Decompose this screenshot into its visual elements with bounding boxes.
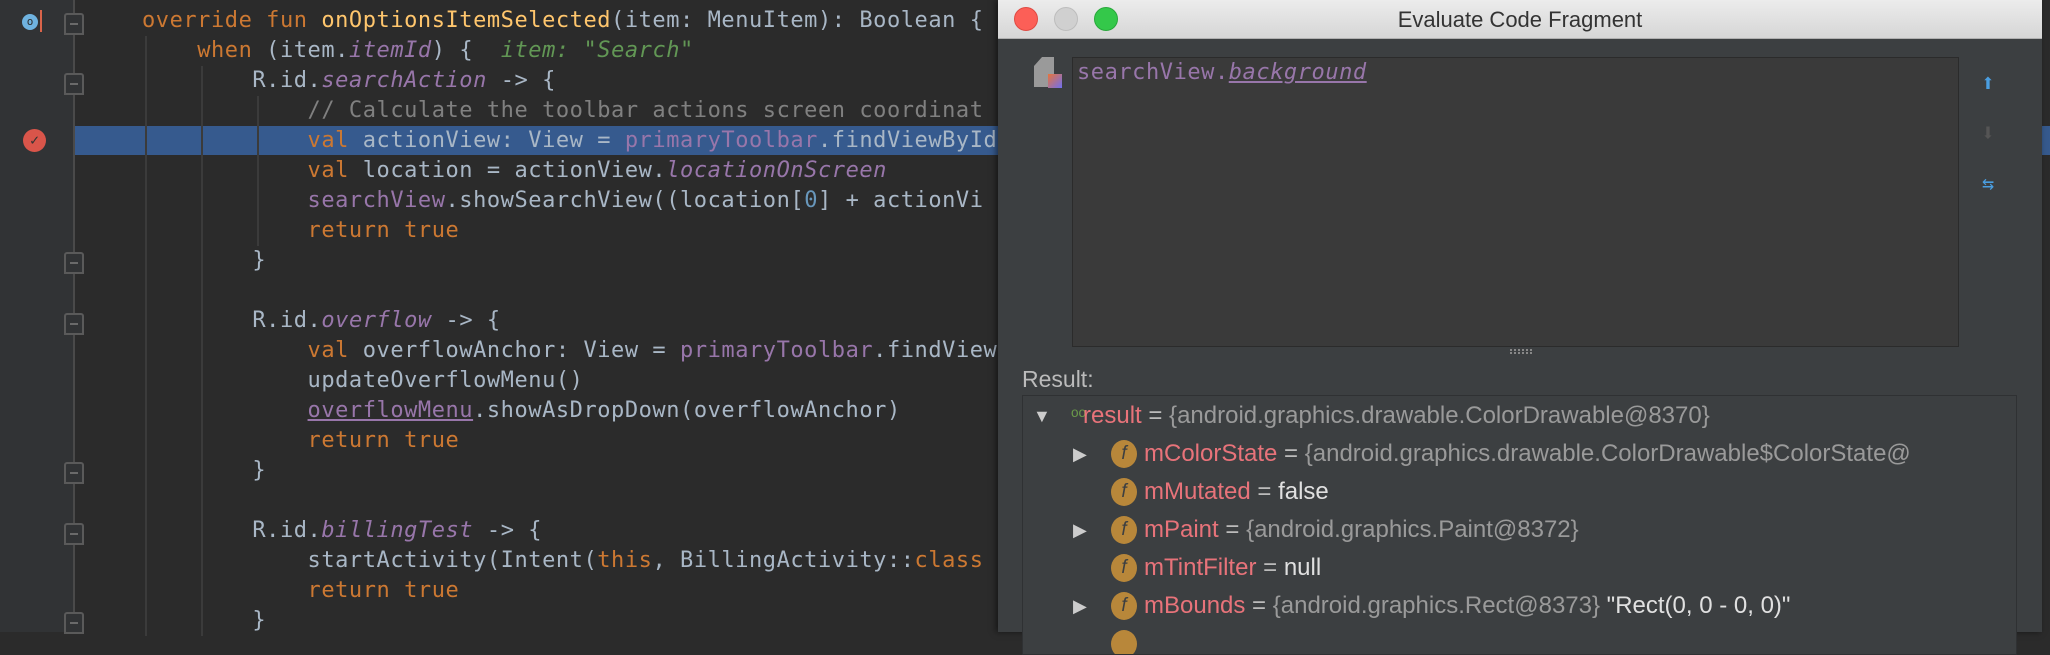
code-line: // Calculate the toolbar actions screen … xyxy=(307,98,984,123)
fold-marker-icon[interactable] xyxy=(64,612,84,634)
breakpoint-icon[interactable]: ✓ xyxy=(23,129,46,152)
expand-triangle-icon[interactable]: ▶ xyxy=(1073,587,1087,625)
fold-marker-icon[interactable] xyxy=(64,73,84,95)
code-line: when (item.itemId) { item: "Search" xyxy=(197,38,694,63)
field-icon xyxy=(1111,630,1137,654)
dialog-titlebar[interactable]: Evaluate Code Fragment xyxy=(998,0,2042,39)
kotlin-badge-icon xyxy=(1048,74,1062,88)
code-line: val overflowAnchor: View = primaryToolba… xyxy=(307,338,998,363)
expand-triangle-icon[interactable]: ▶ xyxy=(1073,511,1087,549)
expression-input[interactable]: searchView.background xyxy=(1072,57,1959,347)
fold-marker-icon[interactable] xyxy=(64,523,84,545)
history-up-icon[interactable]: ⬆ xyxy=(1976,70,2000,96)
field-icon: f xyxy=(1111,516,1137,544)
splitter-handle[interactable] xyxy=(1510,349,1532,354)
result-tree[interactable]: ▼ ᵒᵒ result = {android.graphics.drawable… xyxy=(1022,395,2017,655)
inline-debug-value: item: "Search" xyxy=(500,38,694,63)
fold-marker-icon[interactable] xyxy=(64,13,84,35)
field-icon: f xyxy=(1111,478,1137,506)
expand-triangle-icon[interactable]: ▶ xyxy=(1073,435,1087,473)
code-line: return true xyxy=(307,428,460,453)
code-line: searchView.showSearchView((location[0] +… xyxy=(307,188,984,213)
code-line: } xyxy=(252,458,267,483)
code-line: override fun onOptionsItemSelected(item:… xyxy=(142,8,984,33)
result-label: Result: xyxy=(1022,366,1094,392)
field-icon: f xyxy=(1111,554,1137,582)
field-icon: f xyxy=(1111,592,1137,620)
code-editor[interactable]: override fun onOptionsItemSelected(item:… xyxy=(142,6,997,636)
minimize-button[interactable] xyxy=(1054,7,1078,31)
editor-gutter xyxy=(0,0,74,632)
code-line-current: val actionView: View = primaryToolbar.fi… xyxy=(307,128,998,153)
evaluate-dialog: Evaluate Code Fragment searchView.backgr… xyxy=(998,0,2042,655)
override-arrow-icon xyxy=(40,10,42,32)
code-line: R.id.billingTest -> { xyxy=(252,518,543,543)
fold-marker-icon[interactable] xyxy=(64,313,84,335)
dialog-title: Evaluate Code Fragment xyxy=(1397,7,1643,32)
code-line: return true xyxy=(307,578,460,603)
code-line: R.id.searchAction -> { xyxy=(252,68,556,93)
code-fragment-mode-icon[interactable]: ⇆ xyxy=(1976,170,2000,196)
override-marker-icon[interactable]: o xyxy=(22,14,38,30)
code-line: overflowMenu.showAsDropDown(overflowAnch… xyxy=(307,398,901,423)
code-line: startActivity(Intent(this, BillingActivi… xyxy=(307,548,984,573)
history-down-icon[interactable]: ⬇ xyxy=(1976,120,2000,146)
field-icon: f xyxy=(1111,440,1137,468)
code-line: return true xyxy=(307,218,460,243)
zoom-button[interactable] xyxy=(1094,7,1118,31)
code-line: R.id.overflow -> { xyxy=(252,308,501,333)
code-line: updateOverflowMenu() xyxy=(307,368,584,393)
code-line: } xyxy=(252,248,267,273)
code-line: val location = actionView.locationOnScre… xyxy=(307,158,887,183)
collapse-triangle-icon[interactable]: ▼ xyxy=(1033,397,1051,435)
fold-marker-icon[interactable] xyxy=(64,462,84,484)
fold-marker-icon[interactable] xyxy=(64,252,84,274)
close-button[interactable] xyxy=(1014,7,1038,31)
